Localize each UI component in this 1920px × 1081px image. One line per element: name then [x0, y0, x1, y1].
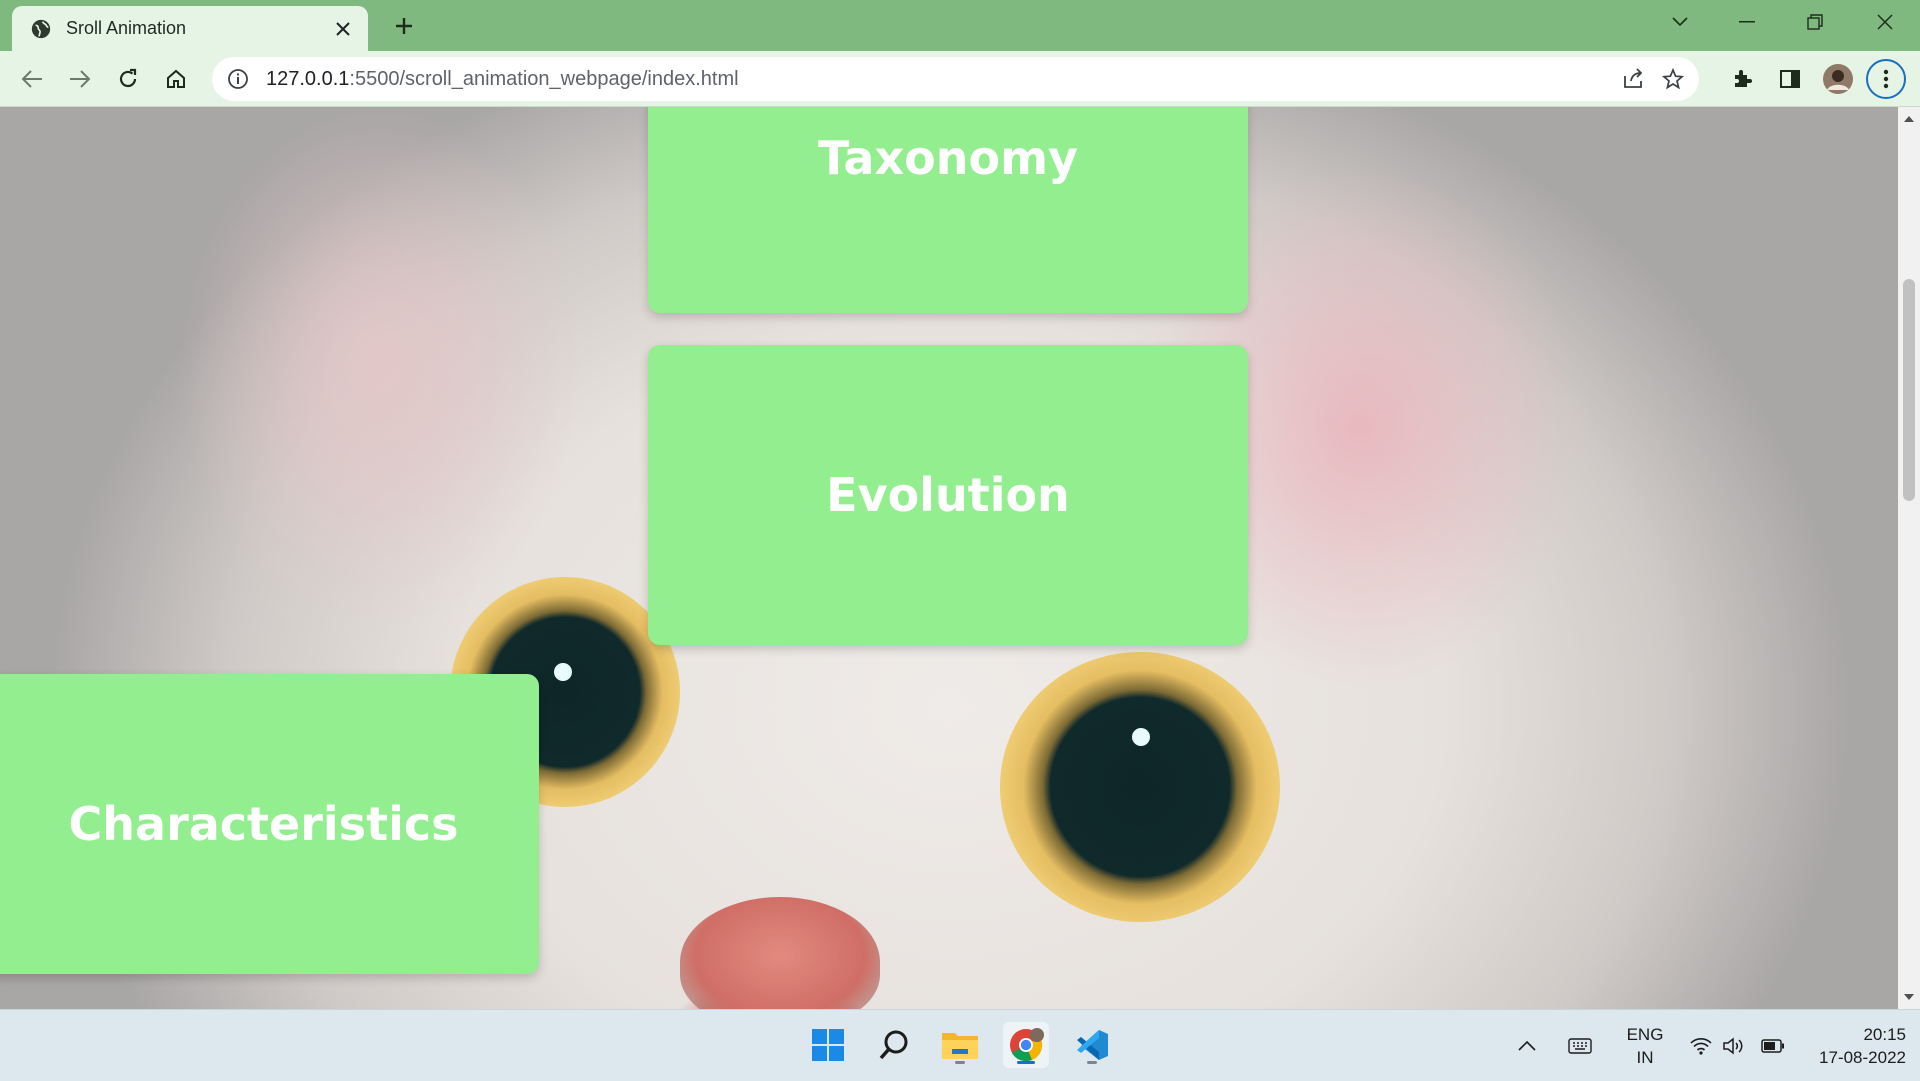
minimize-icon[interactable] — [1714, 0, 1780, 44]
menu-kebab-icon[interactable] — [1866, 59, 1906, 99]
home-icon[interactable] — [156, 59, 196, 99]
chevron-up-icon[interactable] — [1511, 1010, 1543, 1081]
wifi-icon[interactable] — [1686, 1010, 1716, 1081]
keyboard-icon[interactable] — [1564, 1010, 1596, 1081]
close-tab-icon[interactable] — [326, 12, 360, 46]
site-info-icon[interactable] — [226, 67, 250, 91]
scroll-down-arrow-icon[interactable] — [1903, 991, 1915, 1003]
tab-search-icon[interactable] — [1647, 0, 1713, 44]
card-label: Taxonomy — [817, 131, 1079, 185]
url-text[interactable]: 127.0.0.1:5500/scroll_animation_webpage/… — [266, 68, 1613, 91]
card-label: Characteristics — [68, 797, 459, 851]
card-label: Evolution — [826, 468, 1070, 522]
windows-start-icon[interactable] — [805, 1022, 851, 1068]
cat-eye-right — [1000, 652, 1280, 922]
share-icon[interactable] — [1613, 59, 1653, 99]
new-tab-icon[interactable] — [386, 8, 422, 44]
card-taxonomy: Taxonomy — [648, 107, 1248, 313]
page-viewport: Taxonomy Evolution Characteristics — [0, 107, 1898, 1009]
card-characteristics: Characteristics — [0, 674, 539, 974]
extensions-icon[interactable] — [1722, 59, 1762, 99]
tab-title: Sroll Animation — [66, 18, 187, 38]
taskbar: ENG IN 20:15 17-08-2022 — [0, 1009, 1920, 1081]
close-window-icon[interactable] — [1852, 0, 1918, 44]
language-indicator[interactable]: ENG IN — [1618, 1010, 1672, 1081]
reload-icon[interactable] — [108, 59, 148, 99]
card-evolution: Evolution — [648, 345, 1248, 645]
back-icon[interactable] — [12, 59, 52, 99]
scroll-up-arrow-icon[interactable] — [1903, 113, 1915, 125]
browser-tab[interactable]: Sroll Animation — [12, 6, 368, 51]
globe-icon — [31, 19, 51, 38]
page-scrollbar[interactable] — [1898, 107, 1920, 1009]
clock[interactable]: 20:15 17-08-2022 — [1800, 1010, 1906, 1081]
vscode-icon[interactable] — [1069, 1022, 1115, 1068]
address-bar[interactable]: 127.0.0.1:5500/scroll_animation_webpage/… — [212, 57, 1699, 101]
cat-nose — [680, 897, 880, 1009]
search-icon[interactable] — [871, 1022, 917, 1068]
forward-icon[interactable] — [60, 59, 100, 99]
chrome-icon[interactable] — [1003, 1022, 1049, 1068]
restore-icon[interactable] — [1782, 0, 1848, 44]
file-explorer-icon[interactable] — [937, 1022, 983, 1068]
side-panel-icon[interactable] — [1770, 59, 1810, 99]
browser-tabstrip: Sroll Animation — [0, 0, 1920, 51]
scrollbar-thumb[interactable] — [1903, 279, 1915, 501]
battery-icon[interactable] — [1758, 1010, 1788, 1081]
bookmark-star-icon[interactable] — [1653, 59, 1693, 99]
browser-toolbar: 127.0.0.1:5500/scroll_animation_webpage/… — [0, 51, 1920, 107]
volume-icon[interactable] — [1718, 1010, 1748, 1081]
profile-avatar[interactable] — [1818, 59, 1858, 99]
